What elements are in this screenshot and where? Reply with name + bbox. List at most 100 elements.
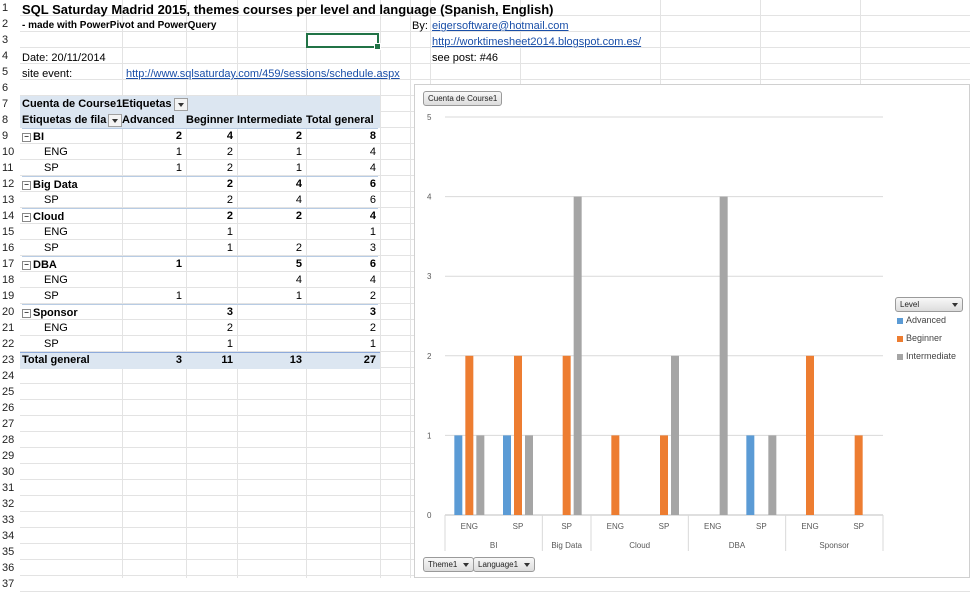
legend-item[interactable]: Beginner [897,333,942,343]
row-header[interactable]: 24 [0,368,20,384]
pivot-value-cell: 3 [226,306,233,318]
pivot-value-cell: 1 [175,162,182,174]
x-category-label: SP [561,522,572,531]
row-header[interactable]: 34 [0,528,20,544]
pivot-value-cell: 1 [295,162,302,174]
collapse-icon[interactable]: − [22,180,31,190]
y-tick-label: 3 [427,272,432,281]
collapse-icon[interactable]: − [22,212,31,222]
collapse-icon[interactable]: − [22,260,31,270]
legend-item[interactable]: Advanced [897,315,946,325]
legend-field-button-label: Level [900,300,920,309]
pivot-value-cell: 2 [226,178,233,190]
bar-beginner [854,435,863,515]
row-header[interactable]: 16 [0,240,20,256]
pivot-total-label: Total general [22,354,90,366]
row-header[interactable]: 1 [0,0,20,16]
pivot-column-labels-text: Etiquetas [122,98,172,110]
bar-beginner [806,355,814,515]
row-header[interactable]: 18 [0,272,20,288]
axis-field-button-theme[interactable]: Theme1 [423,557,475,572]
pivot-value-cell [122,224,182,240]
x-category-label: SP [853,522,864,531]
pivot-column-header[interactable]: Advanced [122,112,186,128]
pivot-column-header[interactable]: Total general [306,112,380,128]
pivot-value-cell [237,304,302,320]
row-header[interactable]: 21 [0,320,20,336]
row-header[interactable]: 8 [0,112,20,128]
row-header[interactable]: 32 [0,496,20,512]
row-header[interactable]: 29 [0,448,20,464]
pivot-value-cell: 2 [369,290,376,302]
row-header[interactable]: 13 [0,192,20,208]
row-header[interactable]: 20 [0,304,20,320]
row-header[interactable]: 27 [0,416,20,432]
collapse-icon[interactable]: − [22,308,31,318]
row-header[interactable]: 26 [0,400,20,416]
axis-field-button-language-label: Language1 [478,560,519,569]
pivot-row-label-text: ENG [44,274,68,286]
blog-link[interactable]: http://worktimesheet2014.blogspot.com.es… [432,34,641,50]
date-label: Date: 20/11/2014 [22,52,106,64]
legend-item[interactable]: Intermediate [897,351,956,361]
pivot-row-label-text: ENG [44,146,68,158]
pivot-row-labels-header[interactable]: Etiquetas de fila [22,112,123,128]
row-header[interactable]: 30 [0,464,20,480]
row-header[interactable]: 14 [0,208,20,224]
row-header[interactable]: 12 [0,176,20,192]
pivot-row-label-text: ENG [44,226,68,238]
pivot-value-cell: 2 [175,130,182,142]
x-group-label: Big Data [551,541,582,550]
site-event-link[interactable]: http://www.sqlsaturday.com/459/sessions/… [126,66,400,82]
pivot-value-cell: 2 [295,242,302,254]
pivot-column-header[interactable]: Beginner [186,112,237,128]
row-header[interactable]: 4 [0,48,20,64]
pivot-total-value: 3 [175,354,182,366]
pivot-column-header[interactable]: Intermediate [237,112,306,128]
row-header[interactable]: 35 [0,544,20,560]
row-header[interactable]: 11 [0,160,20,176]
row-header[interactable]: 5 [0,64,20,80]
row-header[interactable]: 36 [0,560,20,576]
pivot-chart[interactable]: Cuenta de Course1 0 1 2 3 4 5 ENG SP SP ENG SP ENG S… [414,84,970,578]
row-header[interactable]: 19 [0,288,20,304]
chevron-down-icon [524,562,531,567]
pivot-row-label-text: SP [44,162,59,174]
bar-beginner [660,435,668,515]
filter-dropdown-icon[interactable] [173,97,188,111]
collapse-icon[interactable]: − [22,132,31,142]
spreadsheet-grid[interactable]: 1 2 3 4 5 6 7 8 9 10 11 12 13 14 15 16 17 18 19 20 21 22 23 24 2… [0,0,970,592]
row-header[interactable]: 10 [0,144,20,160]
row-header[interactable]: 23 [0,352,20,368]
row-header[interactable]: 17 [0,256,20,272]
pivot-value-cell: 3 [369,306,376,318]
pivot-value-cell: 1 [226,242,233,254]
pivot-value-cell: 2 [295,210,302,222]
pivot-value-cell: 8 [369,130,376,142]
pivot-column-labels-header[interactable]: Etiquetas [122,96,202,112]
x-group-label: Sponsor [819,541,849,550]
row-header[interactable]: 2 [0,16,20,32]
bar-intermediate [768,435,777,515]
row-header[interactable]: 37 [0,576,20,592]
row-header[interactable]: 25 [0,384,20,400]
y-tick-label: 4 [427,193,432,202]
row-header[interactable]: 22 [0,336,20,352]
active-cell-selection[interactable] [306,33,381,50]
filter-dropdown-icon[interactable] [108,113,123,127]
row-header[interactable]: 15 [0,224,20,240]
row-header[interactable]: 3 [0,32,20,48]
post-label: see post: #46 [432,52,499,64]
row-header[interactable]: 7 [0,96,20,112]
axis-field-button-language[interactable]: Language1 [473,557,536,572]
x-category-label: SP [756,522,767,531]
pivot-value-cell: 1 [175,146,182,158]
email-link[interactable]: eigersoftware@hotmail.com [432,18,569,34]
legend-field-button[interactable]: Level [895,297,963,312]
pivot-row-label-text: BI [33,131,44,143]
row-header[interactable]: 33 [0,512,20,528]
row-header[interactable]: 9 [0,128,20,144]
row-header[interactable]: 6 [0,80,20,96]
row-header[interactable]: 28 [0,432,20,448]
row-header[interactable]: 31 [0,480,20,496]
